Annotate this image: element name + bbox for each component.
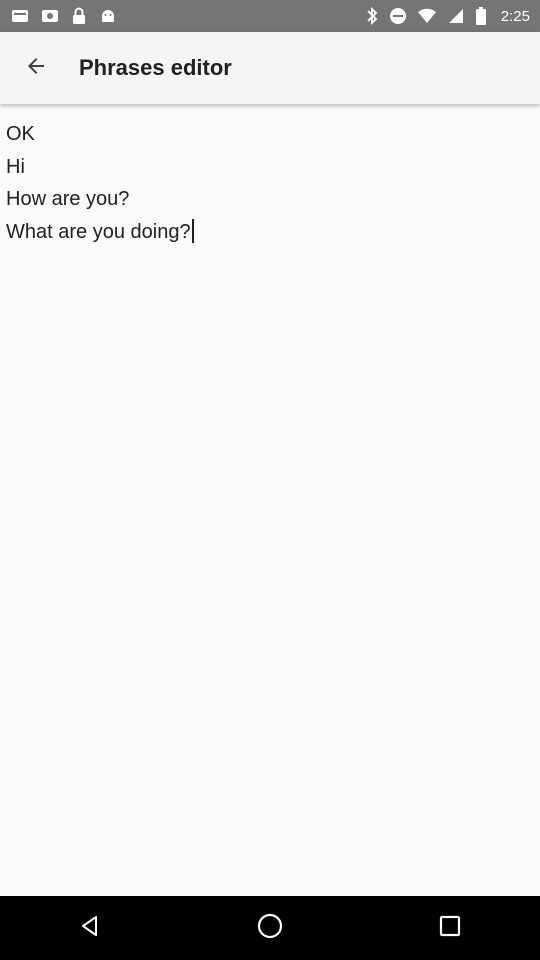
phrases-text-editor[interactable]: OK Hi How are you? What are you doing? [0,104,540,896]
status-right-icons: 2:25 [365,6,530,26]
editor-line: Hi [6,155,25,178]
text-cursor [191,218,194,243]
app-bar: Phrases editor [0,32,540,104]
notification-b-icon [40,6,60,26]
notification-a-icon [10,6,30,26]
page-title: Phrases editor [79,55,232,80]
wifi-icon [417,7,437,25]
status-left-icons [10,6,118,26]
lock-icon [70,6,88,26]
back-button[interactable] [0,32,72,104]
editor-line-last: What are you doing? [6,216,534,249]
editor-line: OK [6,123,35,145]
nav-home-button[interactable] [230,896,310,960]
editor-line: How are you? [6,188,130,211]
status-bar: 2:25 [0,0,540,32]
status-time: 2:25 [500,7,530,25]
home-circle-icon [256,912,284,945]
android-icon [98,6,118,26]
navigation-bar [0,896,540,960]
nav-back-button[interactable] [50,896,130,960]
nav-recents-button[interactable] [410,896,490,960]
cellular-icon [447,7,465,25]
do-not-disturb-icon [389,7,407,25]
bluetooth-icon [365,6,379,26]
battery-icon [475,6,487,26]
editor-line-text: What are you doing? [6,220,191,243]
back-triangle-icon [78,914,102,943]
arrow-back-icon [24,54,48,83]
recents-square-icon [438,914,462,943]
